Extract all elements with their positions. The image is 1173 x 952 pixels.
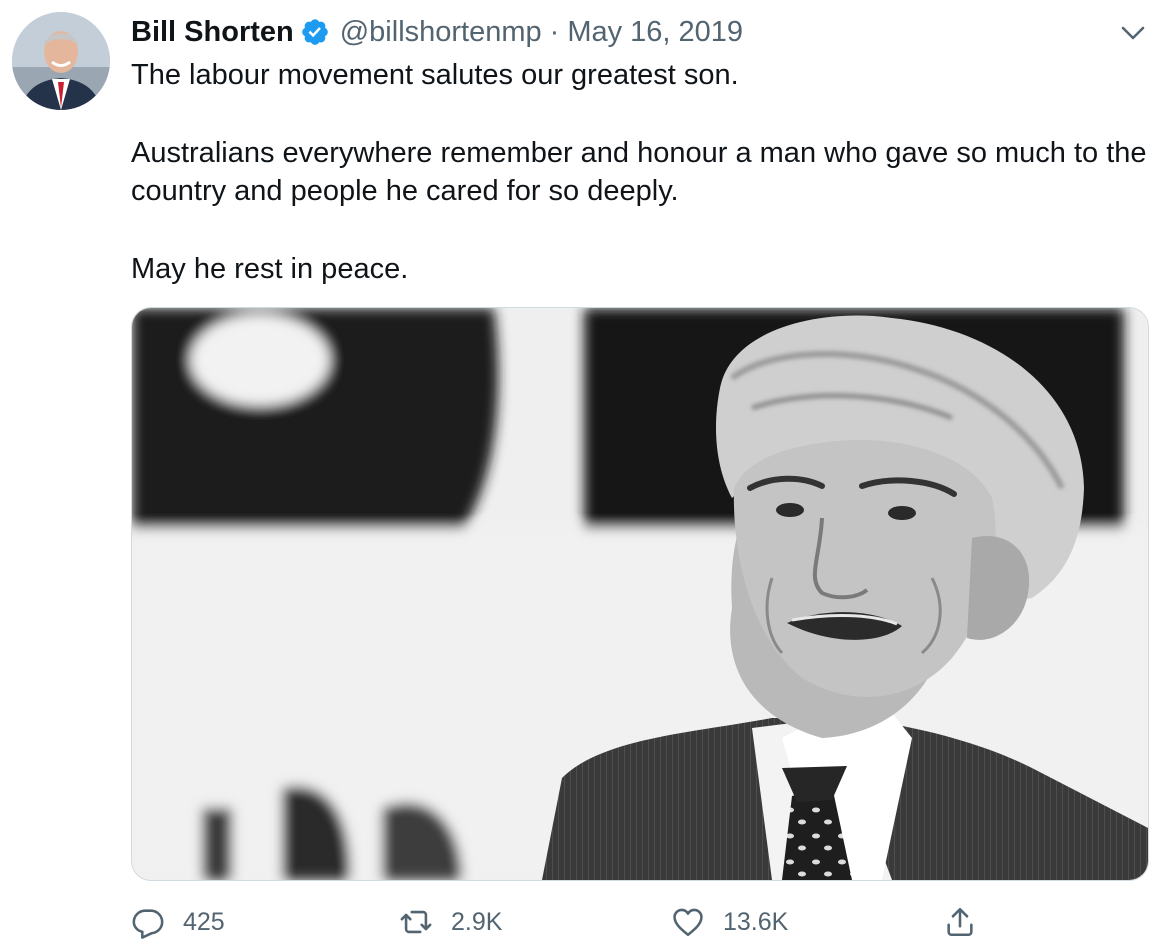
author-handle[interactable]: @billshortenmp	[340, 16, 542, 49]
retweet-icon	[400, 910, 432, 934]
like-button[interactable]: 13.6K	[671, 898, 788, 946]
tweet-text-line: Australians everywhere remember and hono…	[131, 137, 1147, 207]
reply-icon	[132, 909, 164, 939]
tweet-text-line: The labour movement salutes our greatest…	[131, 59, 739, 91]
heart-icon	[673, 908, 703, 937]
avatar-photo	[12, 12, 110, 110]
portrait-photo	[132, 308, 1148, 880]
tweet-text-line: May he rest in peace.	[131, 253, 409, 285]
tweet-header: Bill Shorten @billshortenmp · May 16, 20…	[131, 12, 743, 52]
share-button[interactable]	[943, 898, 977, 946]
reply-count: 425	[183, 907, 225, 936]
tweet-text: The labour movement salutes our greatest…	[131, 56, 1151, 288]
tweet-media-photo[interactable]	[131, 307, 1149, 881]
author-name[interactable]: Bill Shorten	[131, 16, 294, 49]
reply-button[interactable]: 425	[131, 898, 225, 946]
header-separator: ·	[549, 15, 560, 48]
tweet-date[interactable]: May 16, 2019	[567, 16, 743, 49]
share-icon	[947, 907, 973, 937]
like-count: 13.6K	[723, 907, 789, 936]
verified-badge-icon	[301, 19, 328, 45]
tweet-actions: 425 2.9K 13.6K	[131, 898, 1151, 946]
chevron-down-icon[interactable]	[1118, 18, 1148, 48]
retweet-count: 2.9K	[451, 907, 503, 936]
avatar[interactable]	[12, 12, 110, 110]
retweet-button[interactable]: 2.9K	[399, 898, 502, 946]
